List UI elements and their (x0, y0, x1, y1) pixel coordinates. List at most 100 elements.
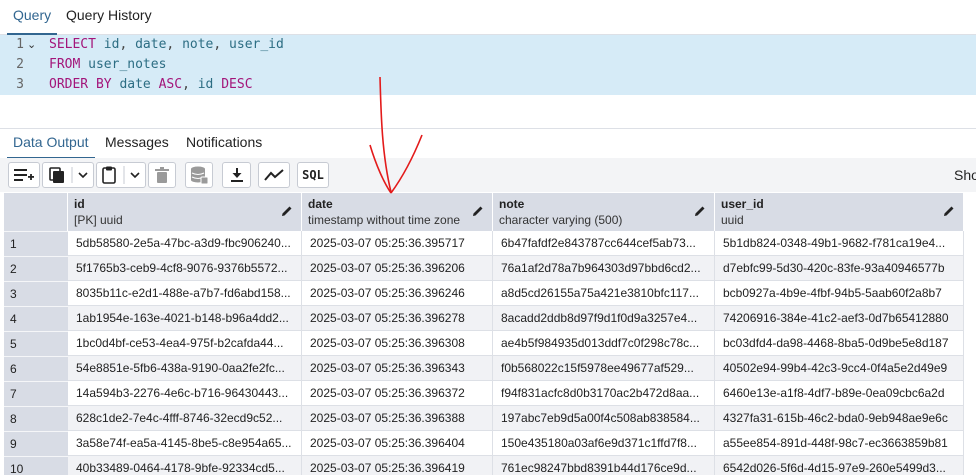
column-name: id (74, 197, 85, 211)
sql-editor[interactable]: 1 ⌄ SELECT id, date, note, user_id 2 FROM us… (0, 35, 976, 127)
grid-cell-user-id[interactable]: d7ebfc99-5d30-420c-83fe-93a40946577b (715, 256, 964, 281)
trash-icon (155, 167, 169, 183)
grid-cell-note[interactable]: f94f831acfc8d0b3170ac2b472d8aa... (493, 381, 715, 406)
paste-button[interactable] (96, 162, 146, 188)
grid-cell-note[interactable]: ae4b5f984935d013ddf7c0f298c78c... (493, 331, 715, 356)
save-data-button[interactable] (185, 162, 213, 188)
grid-cell-user-id[interactable]: bc03dfd4-da98-4468-8ba5-0d9be5e8d187 (715, 331, 964, 356)
row-number[interactable]: 3 (4, 281, 68, 306)
column-header-note[interactable]: note character varying (500) (493, 193, 715, 231)
row-number[interactable]: 1 (4, 231, 68, 256)
column-name: date (308, 197, 333, 211)
column-header-id[interactable]: id [PK] uuid (68, 193, 302, 231)
sql-button-label: SQL (302, 168, 324, 182)
line-chart-icon (264, 169, 284, 181)
column-header-user-id[interactable]: user_iduuid (715, 193, 964, 231)
grid-cell-note[interactable]: 76a1af2d78a7b964303d97bbd6cd2... (493, 256, 715, 281)
grid-cell-id[interactable]: 5db58580-2e5a-47bc-a3d9-fbc906240... (68, 231, 302, 256)
query-tab-bar: Query Query History (0, 0, 976, 35)
code-text: FROM user_notes (49, 57, 167, 72)
line-number: 2 (16, 57, 24, 72)
data-output-toolbar: SQL Sho (0, 158, 976, 192)
grid-cell-note[interactable]: 761ec98247bbd8391b44d176ce9d... (493, 456, 715, 475)
grid-cell-note[interactable]: 150e435180a03af6e9d371c1ffd7f8... (493, 431, 715, 456)
grid-cell-date[interactable]: 2025-03-07 05:25:36.396308 (302, 331, 493, 356)
code-line[interactable]: 2 FROM user_notes (0, 55, 976, 75)
column-type: uuid (721, 213, 744, 227)
grid-cell-id[interactable]: 5f1765b3-ceb9-4cf8-9076-9376b5572... (68, 256, 302, 281)
grid-cell-user-id[interactable]: 40502e94-99b4-42c3-9cc4-0f4a5e2d49e9 (715, 356, 964, 381)
sql-button[interactable]: SQL (297, 162, 329, 188)
grid-cell-note[interactable]: 6b47fafdf2e843787cc644cef5ab73... (493, 231, 715, 256)
row-number[interactable]: 10 (4, 456, 68, 475)
code-line[interactable]: 3 ORDER BY date ASC, id DESC (0, 75, 976, 95)
fold-chevron-icon[interactable]: ⌄ (27, 35, 36, 55)
grid-cell-note[interactable]: a8d5cd26155a75a421e3810bfc117... (493, 281, 715, 306)
grid-cell-id[interactable]: 8035b11c-e2d1-488e-a7b7-fd6abd158... (68, 281, 302, 306)
column-header-date[interactable]: date timestamp without time zone (302, 193, 493, 231)
tab-notifications[interactable]: Notifications (180, 129, 268, 157)
tab-messages[interactable]: Messages (99, 129, 175, 157)
grid-cell-note[interactable]: f0b568022c15f5978ee49677af529... (493, 356, 715, 381)
pencil-icon[interactable] (943, 205, 955, 217)
add-row-button[interactable] (8, 162, 40, 188)
grid-cell-id[interactable]: 54e8851e-5fb6-438a-9190-0aa2fe2fc... (68, 356, 302, 381)
code-line[interactable]: 1 ⌄ SELECT id, date, note, user_id (0, 35, 976, 55)
grid-cell-user-id[interactable]: 74206916-384e-41c2-aef3-0d7b65412880 (715, 306, 964, 331)
show-label: Sho (954, 167, 976, 183)
grid-cell-user-id[interactable]: 4327fa31-615b-46c2-bda0-9eb948ae9e6c (715, 406, 964, 431)
grid-cell-date[interactable]: 2025-03-07 05:25:36.396388 (302, 406, 493, 431)
grid-cell-user-id[interactable]: a55ee854-891d-448f-98c7-ec3663859b81 (715, 431, 964, 456)
column-type: timestamp without time zone (308, 213, 461, 227)
row-number[interactable]: 7 (4, 381, 68, 406)
copy-button[interactable] (42, 162, 94, 188)
download-button[interactable] (222, 162, 251, 188)
grid-cell-id[interactable]: 1ab1954e-163e-4021-b148-b96a4dd2... (68, 306, 302, 331)
row-number[interactable]: 5 (4, 331, 68, 356)
delete-button[interactable] (148, 162, 176, 188)
column-name: user_id (721, 197, 764, 211)
row-number[interactable]: 6 (4, 356, 68, 381)
grid-cell-user-id[interactable]: 6460e13e-a1f8-4df7-b89e-0ea09cbc6a2d (715, 381, 964, 406)
line-number: 1 (16, 37, 24, 52)
grid-cell-id[interactable]: 628c1de2-7e4c-4fff-8746-32ecd9c52... (68, 406, 302, 431)
grid-cell-date[interactable]: 2025-03-07 05:25:36.396404 (302, 431, 493, 456)
grid-cell-date[interactable]: 2025-03-07 05:25:36.396246 (302, 281, 493, 306)
grid-cell-date[interactable]: 2025-03-07 05:25:36.396206 (302, 256, 493, 281)
grid-cell-note[interactable]: 8acadd2ddb8d97f9d1f0d9a3257e4... (493, 306, 715, 331)
row-number[interactable]: 4 (4, 306, 68, 331)
row-number[interactable]: 8 (4, 406, 68, 431)
grid-cell-user-id[interactable]: 5b1db824-0348-49b1-9682-f781ca19e4... (715, 231, 964, 256)
grid-cell-date[interactable]: 2025-03-07 05:25:36.395717 (302, 231, 493, 256)
grid-cell-date[interactable]: 2025-03-07 05:25:36.396372 (302, 381, 493, 406)
pencil-icon[interactable] (281, 205, 293, 217)
grid-cell-note[interactable]: 197abc7eb9d5a00f4c508ab838584... (493, 406, 715, 431)
row-number-header (4, 193, 68, 231)
column-name: note (499, 197, 525, 211)
pencil-icon[interactable] (472, 205, 484, 217)
output-tab-bar: Data Output Messages Notifications (0, 128, 976, 159)
code-text: ORDER BY date ASC, id DESC (49, 77, 253, 92)
grid-cell-user-id[interactable]: 6542d026-5f6d-4d15-97e9-260e5499d3... (715, 456, 964, 475)
grid-cell-id[interactable]: 3a58e74f-ea5a-4145-8be5-c8e954a65... (68, 431, 302, 456)
line-number: 3 (16, 77, 24, 92)
paste-icon (102, 166, 140, 184)
grid-cell-date[interactable]: 2025-03-07 05:25:36.396343 (302, 356, 493, 381)
pencil-icon[interactable] (694, 205, 706, 217)
row-number[interactable]: 2 (4, 256, 68, 281)
download-icon (230, 168, 243, 182)
tab-data-output[interactable]: Data Output (7, 129, 95, 159)
grid-cell-id[interactable]: 14a594b3-2276-4e6c-b716-96430443... (68, 381, 302, 406)
grid-cell-date[interactable]: 2025-03-07 05:25:36.396419 (302, 456, 493, 475)
grid-cell-date[interactable]: 2025-03-07 05:25:36.396278 (302, 306, 493, 331)
column-type: character varying (500) (499, 213, 623, 227)
grid-cell-id[interactable]: 1bc0d4bf-ce53-4ea4-975f-b2cafda44... (68, 331, 302, 356)
row-number[interactable]: 9 (4, 431, 68, 456)
grid-cell-id[interactable]: 40b33489-0464-4178-9bfe-92334cd5... (68, 456, 302, 475)
graph-visualiser-button[interactable] (258, 162, 290, 188)
database-save-icon (191, 166, 208, 184)
tab-query-history[interactable]: Query History (60, 0, 158, 33)
add-row-icon (14, 169, 34, 181)
tab-query[interactable]: Query (7, 0, 58, 35)
grid-cell-user-id[interactable]: bcb0927a-4b9e-4fbf-94b5-5aab60f2a8b7 (715, 281, 964, 306)
